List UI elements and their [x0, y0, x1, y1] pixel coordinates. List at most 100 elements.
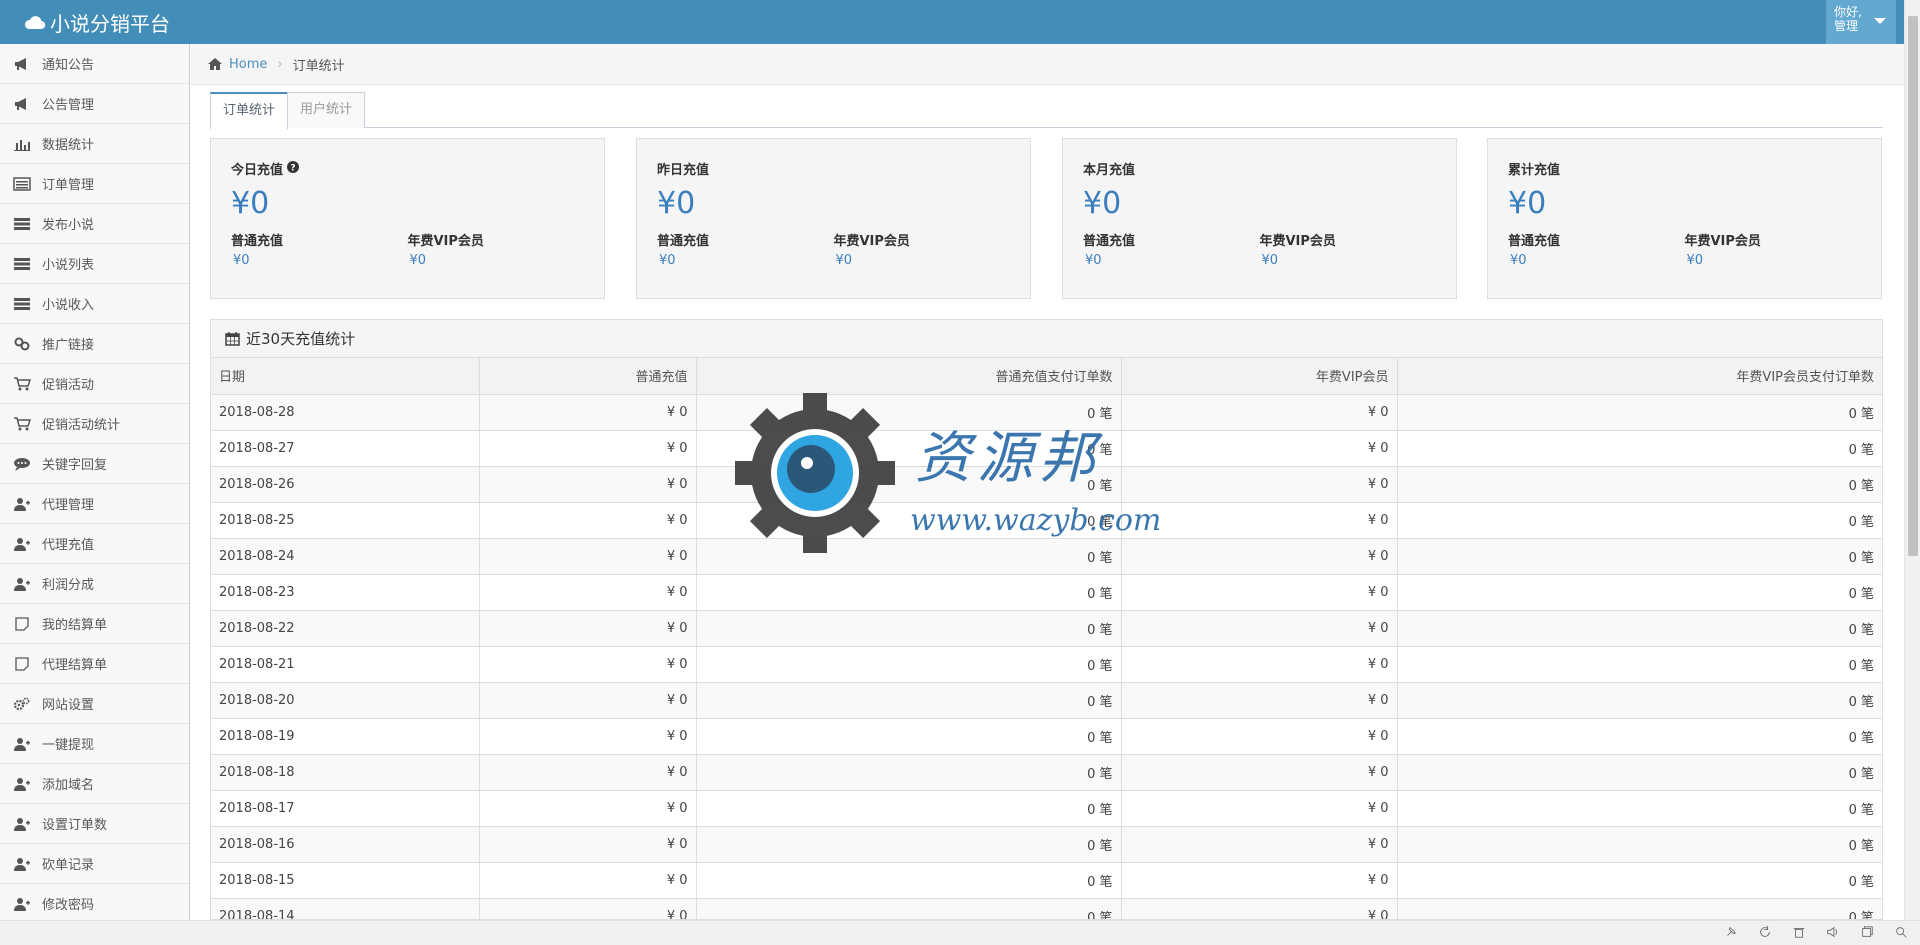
stat-title: 累计充值: [1508, 163, 1561, 178]
breadcrumb-home-link[interactable]: Home: [229, 57, 267, 72]
pin-icon[interactable]: [1724, 925, 1740, 941]
column-header-normal[interactable]: 普通充值: [479, 358, 697, 395]
trash-icon[interactable]: [1792, 925, 1808, 941]
cell-date: 2018-08-24: [211, 538, 480, 575]
cell-normal: ¥ 0: [479, 610, 697, 647]
column-header-vip[interactable]: 年费VIP会员: [1121, 358, 1398, 395]
stat-breakdown: 普通充值 ¥0 年费VIP会员 ¥0: [657, 230, 1010, 268]
cell-normal: ¥ 0: [479, 790, 697, 827]
sidebar-item[interactable]: 通知公告: [0, 44, 189, 84]
table-row: 2018-08-24 ¥ 00 笔 ¥ 00 笔: [211, 538, 1882, 575]
sidebar-item-label: 发布小说: [42, 218, 95, 233]
volume-icon[interactable]: [1826, 925, 1842, 941]
cell-vip: ¥ 0: [1121, 466, 1398, 503]
table-row: 2018-08-14 ¥ 00 笔 ¥ 00 笔: [211, 898, 1882, 919]
sidebar-item-label: 修改密码: [42, 898, 95, 913]
stat-vip-value: ¥0: [1686, 253, 1704, 268]
stat-title: 本月充值: [1083, 163, 1136, 178]
stat-breakdown: 普通充值 ¥0 年费VIP会员 ¥0: [1083, 230, 1436, 268]
sidebar-item[interactable]: 小说列表: [0, 244, 189, 284]
cell-normal: ¥ 0: [479, 862, 697, 899]
sidebar-item[interactable]: 推广链接: [0, 324, 189, 364]
brand[interactable]: 小说分销平台: [24, 8, 170, 37]
cell-vip: ¥ 0: [1121, 862, 1398, 899]
cell-date: 2018-08-20: [211, 682, 480, 719]
bar-chart-icon: [12, 136, 32, 152]
stat-normal-label: 普通充值: [657, 234, 710, 249]
cell-vip-orders: 0 笔: [1397, 574, 1882, 611]
page-scrollbar[interactable]: [1904, 0, 1920, 920]
cell-vip-orders: 0 笔: [1397, 430, 1882, 467]
sidebar-item[interactable]: 设置订单数: [0, 804, 189, 844]
comment-icon: [12, 456, 32, 472]
cell-normal-orders: 0 笔: [696, 718, 1122, 755]
sidebar-item[interactable]: 修改密码: [0, 884, 189, 920]
breadcrumb: Home › 订单统计: [191, 44, 1904, 85]
cell-vip-orders: 0 笔: [1397, 466, 1882, 503]
home-icon: [208, 58, 222, 70]
stat-vip-value: ¥0: [409, 253, 427, 268]
sidebar-item[interactable]: 代理管理: [0, 484, 189, 524]
sidebar-item-label: 砍单记录: [42, 858, 95, 873]
sidebar-item[interactable]: 公告管理: [0, 84, 189, 124]
sidebar-item[interactable]: 代理结算单: [0, 644, 189, 684]
sidebar-item[interactable]: 一键提现: [0, 724, 189, 764]
cell-normal-orders: 0 笔: [696, 898, 1122, 919]
sidebar-item-label: 公告管理: [42, 98, 95, 113]
stat-title: 昨日充值: [657, 163, 710, 178]
sidebar-item[interactable]: 利润分成: [0, 564, 189, 604]
stat-vip-label: 年费VIP会员: [1684, 234, 1761, 249]
sidebar-item-label: 订单管理: [42, 178, 95, 193]
stat-normal-label: 普通充值: [1083, 234, 1136, 249]
sidebar-item[interactable]: 促销活动: [0, 364, 189, 404]
cell-normal-orders: 0 笔: [696, 646, 1122, 683]
stat-vip-value: ¥0: [1261, 253, 1279, 268]
server-icon: [12, 256, 32, 272]
user-menu[interactable]: 你好, 管理: [1826, 0, 1896, 44]
sidebar-item[interactable]: 我的结算单: [0, 604, 189, 644]
sidebar-item[interactable]: 添加域名: [0, 764, 189, 804]
question-circle-icon[interactable]: ?: [287, 160, 300, 177]
tab-user-stats[interactable]: 用户统计: [287, 92, 366, 128]
scrollbar-thumb[interactable]: [1908, 16, 1918, 556]
cell-date: 2018-08-19: [211, 718, 480, 755]
cell-vip: ¥ 0: [1121, 718, 1398, 755]
sidebar-item[interactable]: 网站设置: [0, 684, 189, 724]
sidebar-item[interactable]: 订单管理: [0, 164, 189, 204]
cogs-icon: [12, 696, 32, 712]
sidebar-item[interactable]: 发布小说: [0, 204, 189, 244]
cell-date: 2018-08-23: [211, 574, 480, 611]
column-header-date[interactable]: 日期: [211, 358, 480, 395]
stat-total: ¥0: [657, 186, 696, 221]
tab-order-stats[interactable]: 订单统计: [210, 92, 289, 129]
sidebar-item-label: 网站设置: [42, 698, 95, 713]
user-name: 管理: [1834, 19, 1859, 33]
window-icon[interactable]: [1860, 925, 1876, 941]
user-plus-icon: [12, 896, 32, 912]
cell-normal: ¥ 0: [479, 394, 697, 431]
stat-title-row: 今日充值 ?: [231, 159, 584, 178]
caret-down-icon: [1874, 18, 1886, 24]
refresh-icon[interactable]: [1758, 925, 1774, 941]
sidebar-item[interactable]: 砍单记录: [0, 844, 189, 884]
user-plus-icon: [12, 816, 32, 832]
table-row: 2018-08-21 ¥ 00 笔 ¥ 00 笔: [211, 646, 1882, 683]
cell-vip-orders: 0 笔: [1397, 646, 1882, 683]
table-row: 2018-08-15 ¥ 00 笔 ¥ 00 笔: [211, 862, 1882, 899]
cell-vip-orders: 0 笔: [1397, 718, 1882, 755]
column-header-normal-orders[interactable]: 普通充值支付订单数: [696, 358, 1122, 395]
sidebar-item-label: 关键字回复: [42, 458, 108, 473]
sidebar-item[interactable]: 数据统计: [0, 124, 189, 164]
cell-normal: ¥ 0: [479, 898, 697, 919]
sidebar-item-label: 代理管理: [42, 498, 95, 513]
cell-date: 2018-08-27: [211, 430, 480, 467]
table-header-row: 日期 普通充值 普通充值支付订单数 年费VIP会员 年费VIP会员支付订单数: [211, 358, 1882, 395]
sidebar-item[interactable]: 关键字回复: [0, 444, 189, 484]
table-row: 2018-08-19 ¥ 00 笔 ¥ 00 笔: [211, 718, 1882, 755]
sidebar-item[interactable]: 促销活动统计: [0, 404, 189, 444]
zoom-icon[interactable]: [1894, 925, 1910, 941]
column-header-vip-orders[interactable]: 年费VIP会员支付订单数: [1397, 358, 1882, 395]
sidebar-item[interactable]: 代理充值: [0, 524, 189, 564]
sidebar-item[interactable]: 小说收入: [0, 284, 189, 324]
cell-normal-orders: 0 笔: [696, 682, 1122, 719]
